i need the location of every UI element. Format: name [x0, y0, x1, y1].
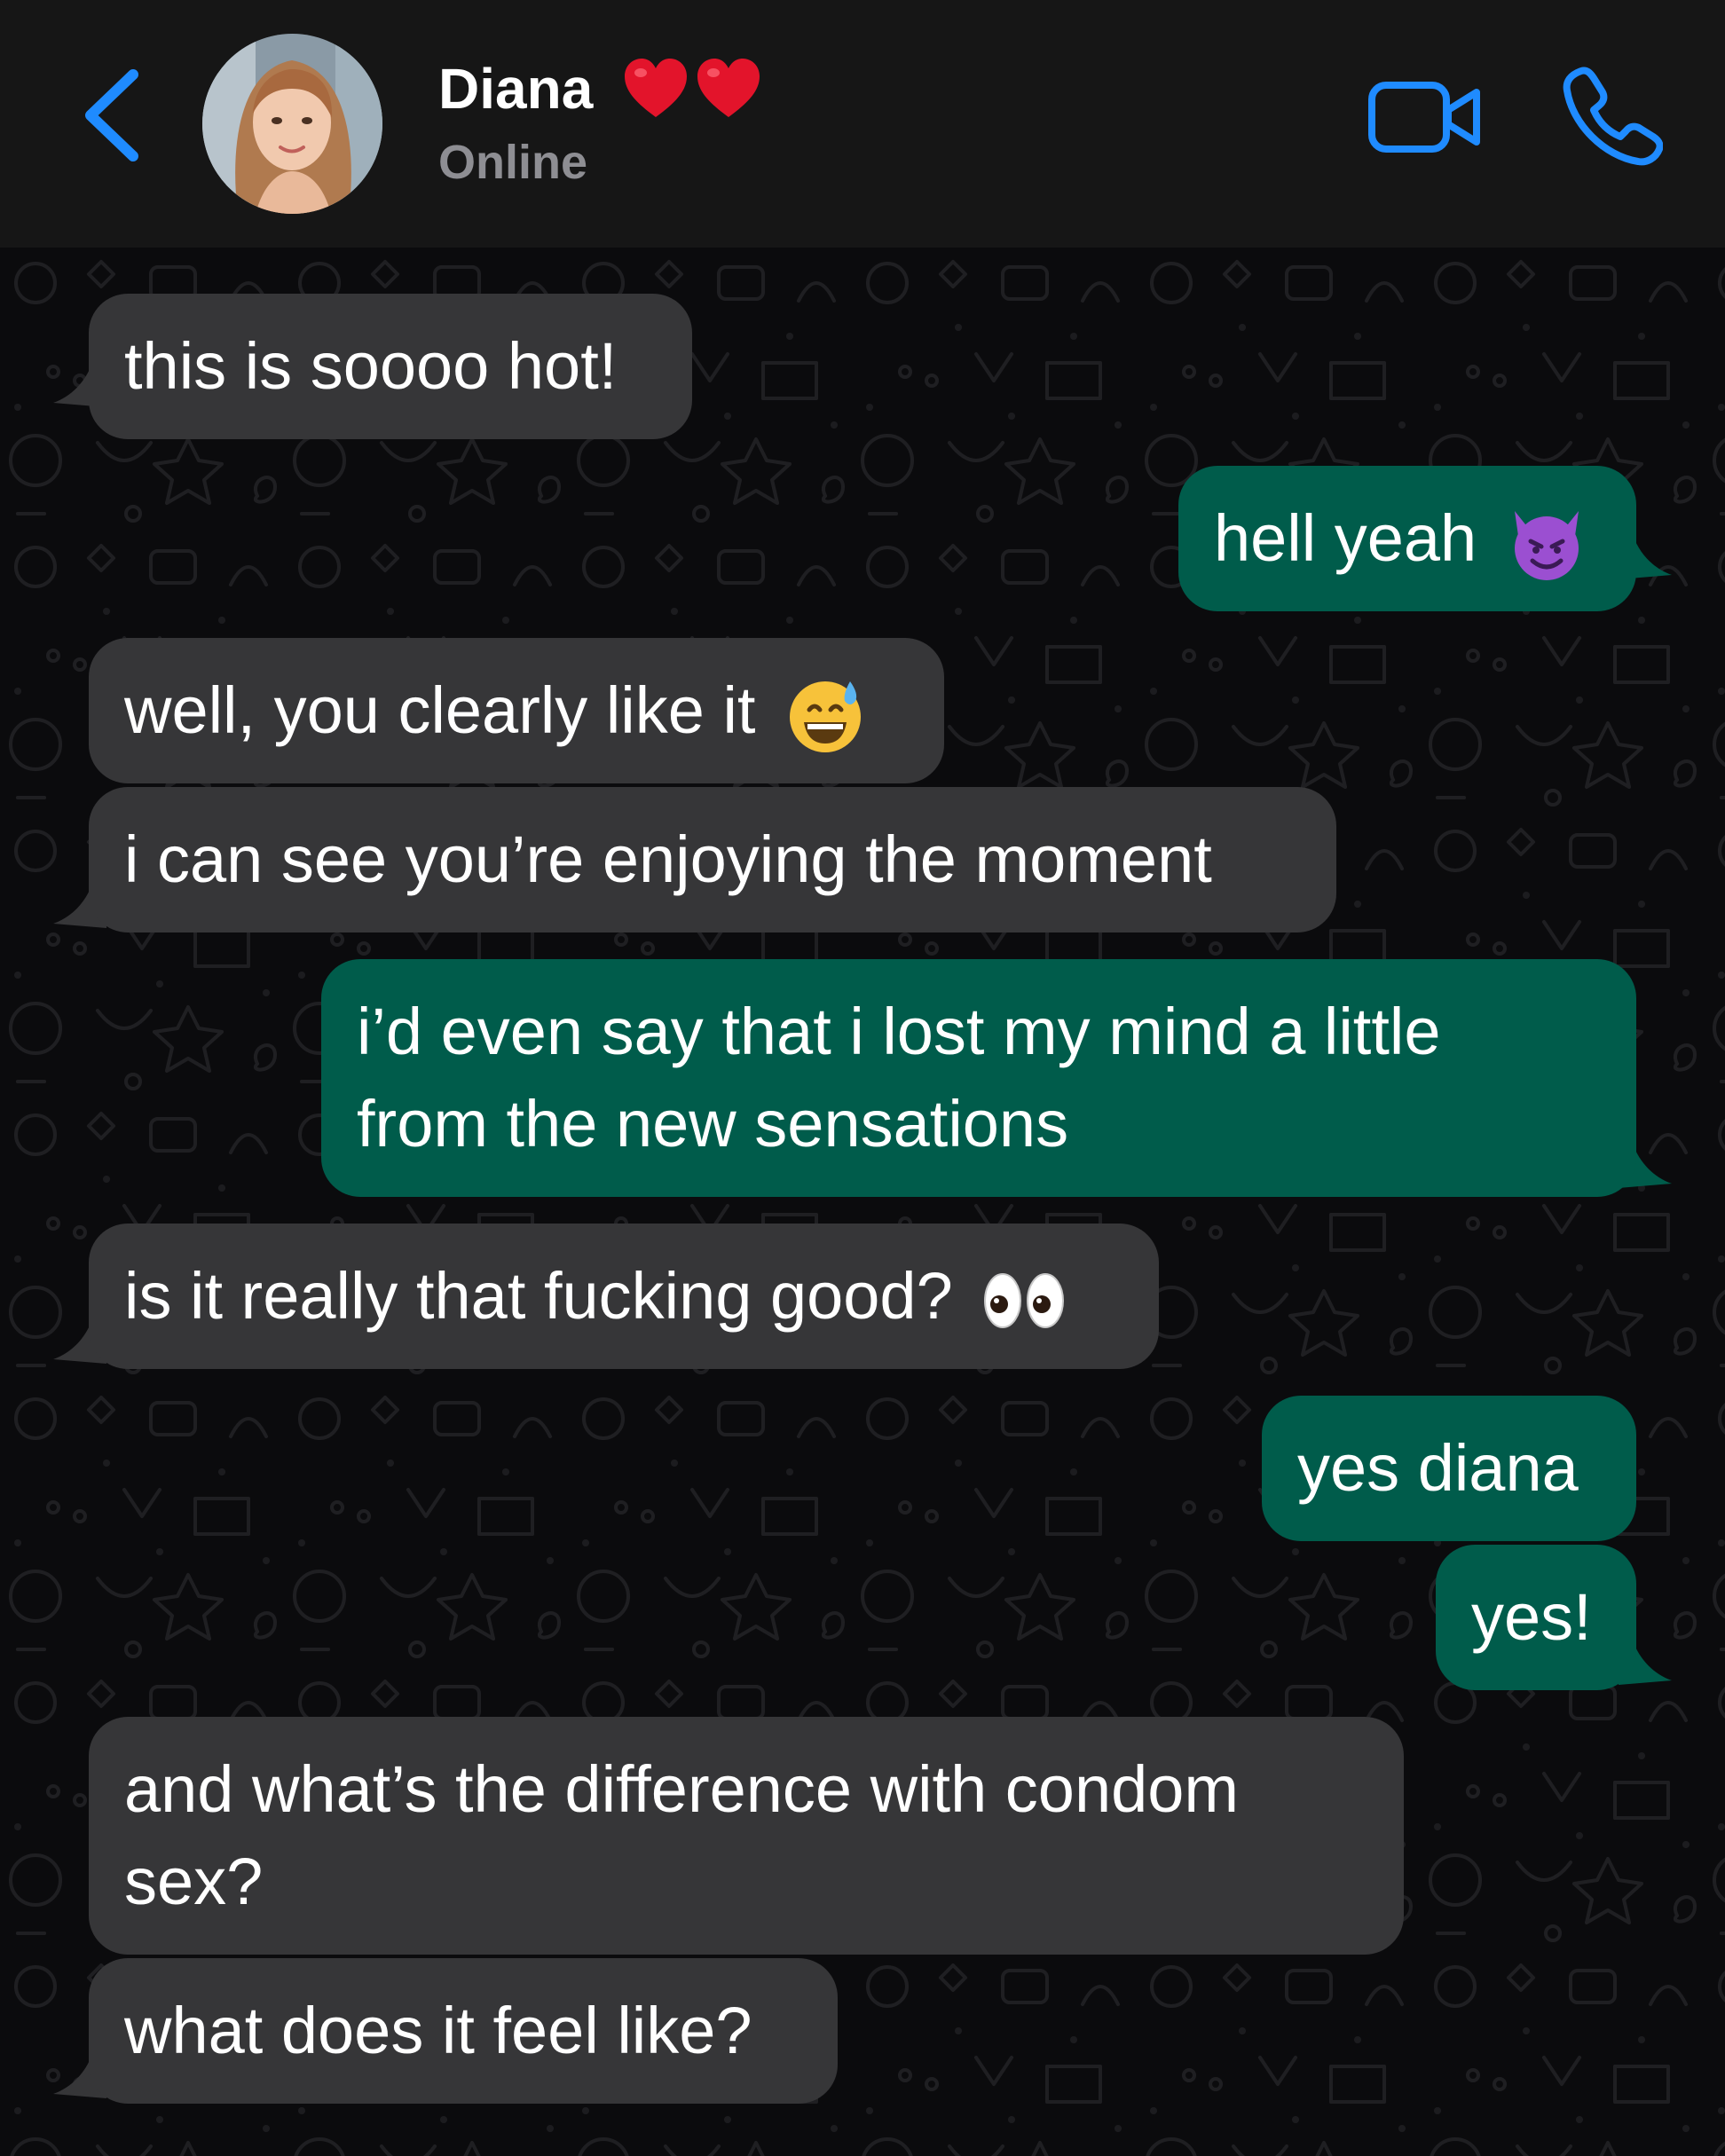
heart-icon [697, 59, 760, 117]
message-text-line: sex? [124, 1845, 264, 1918]
message-bubble-incoming[interactable]: well, you clearly like it [89, 638, 944, 783]
message-text: yes diana [1297, 1431, 1579, 1505]
message-text: hell yeah [1214, 501, 1477, 575]
message-text: well, you clearly like it [124, 673, 756, 747]
message-bubble-incoming[interactable]: and what’s the difference with condom se… [89, 1717, 1404, 1955]
message-bubble-incoming[interactable]: what does it feel like? [89, 1958, 838, 2104]
message-text-line: i’d even say that i lost my mind a littl… [357, 995, 1441, 1068]
message-bubble-incoming[interactable]: this is soooo hot! [89, 294, 692, 439]
message-text: what does it feel like? [124, 1994, 752, 2067]
presence-status: Online [438, 136, 588, 189]
avatar[interactable] [202, 34, 382, 214]
message-text-line: from the new sensations [357, 1087, 1069, 1161]
hearts-emoji-group [621, 53, 763, 124]
back-button[interactable] [78, 62, 149, 169]
smiling-devil-icon [1514, 511, 1579, 581]
message-bubble-outgoing[interactable]: yes diana [1262, 1396, 1636, 1541]
eyes-icon [984, 1273, 1065, 1329]
contact-name[interactable]: Diana [438, 53, 593, 124]
heart-icon [625, 59, 687, 117]
message-bubble-incoming[interactable]: i can see you’re enjoying the moment [89, 787, 1336, 932]
contact-photo [202, 34, 382, 214]
chevron-left-icon [85, 69, 138, 161]
message-text: is it really that fucking good? [124, 1259, 953, 1333]
phone-icon [1563, 67, 1664, 166]
video-call-button[interactable] [1367, 73, 1484, 161]
message-text: i can see you’re enjoying the moment [124, 822, 1212, 896]
message-text: this is soooo hot! [124, 329, 618, 403]
grinning-sweat-icon [790, 681, 862, 753]
message-text: yes! [1471, 1580, 1592, 1654]
message-bubble-outgoing[interactable]: yes! [1436, 1545, 1636, 1690]
message-bubble-outgoing[interactable]: i’d even say that i lost my mind a littl… [321, 959, 1636, 1197]
message-text-line: and what’s the difference with condom [124, 1752, 1240, 1826]
message-bubble-incoming[interactable]: is it really that fucking good? [89, 1224, 1159, 1369]
chat-area[interactable]: this is soooo hot! hell yeah well, you c… [0, 248, 1725, 2156]
video-camera-icon [1368, 82, 1480, 153]
chat-header: Diana Online [0, 0, 1725, 248]
voice-call-button[interactable] [1560, 64, 1664, 167]
message-bubble-outgoing[interactable]: hell yeah [1178, 466, 1636, 611]
